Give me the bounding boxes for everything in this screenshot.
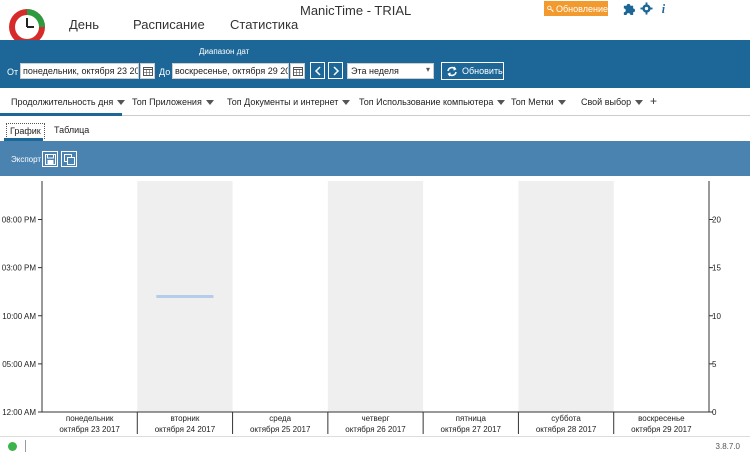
view-tab-chart[interactable]: График xyxy=(6,123,45,139)
chevron-down-icon xyxy=(497,100,506,106)
save-button[interactable] xyxy=(42,151,58,167)
export-bar: Экспорт xyxy=(0,141,750,176)
view-tab-table[interactable]: Таблица xyxy=(51,123,92,137)
duration-mark xyxy=(156,295,214,298)
save-icon xyxy=(44,153,56,165)
report-tab-top-applications[interactable]: Топ Приложения xyxy=(132,97,214,107)
report-tab-label: Топ Документы и интернет xyxy=(227,97,339,107)
report-tab-top-computer-usage[interactable]: Топ Использование компьютера xyxy=(359,97,506,107)
right-axis-tick-label: 20 xyxy=(712,216,721,225)
category-day-label: четверг xyxy=(362,414,390,423)
category-date-label: октября 29 2017 xyxy=(631,425,692,434)
day-column-shade xyxy=(518,181,614,412)
chevron-down-icon xyxy=(342,100,351,106)
nav-tab-statistics[interactable]: Статистика xyxy=(230,17,298,32)
right-axis-tick-label: 0 xyxy=(712,408,717,417)
left-axis-tick-label: 10:00 AM xyxy=(2,312,36,321)
puzzle-icon[interactable] xyxy=(622,2,635,15)
report-tab-label: Топ Метки xyxy=(511,97,554,107)
calendar-icon xyxy=(292,67,303,76)
chevron-down-icon xyxy=(205,100,214,106)
nav-tab-day[interactable]: День xyxy=(69,17,99,32)
chevron-left-icon xyxy=(314,65,321,76)
left-axis-tick-label: 05:00 AM xyxy=(2,360,36,369)
category-date-label: октября 27 2017 xyxy=(441,425,502,434)
add-report-button[interactable]: + xyxy=(650,94,657,108)
report-tab-label: Топ Приложения xyxy=(132,97,202,107)
right-axis-tick-label: 15 xyxy=(712,264,721,273)
app-title: ManicTime - TRIAL xyxy=(300,3,412,18)
to-calendar-button[interactable] xyxy=(290,63,305,79)
key-icon xyxy=(547,5,554,12)
nav-tab-timeline[interactable]: Расписание xyxy=(133,17,205,32)
category-date-label: октября 24 2017 xyxy=(155,425,216,434)
view-tabs: График Таблица xyxy=(0,117,750,141)
export-label: Экспорт xyxy=(11,155,42,164)
day-duration-chart: 12:00 AM 05:00 AM 10:00 AM 03:00 PM 08:00 PM… xyxy=(2,181,721,434)
report-tab-top-tags[interactable]: Топ Метки xyxy=(511,97,566,107)
category-day-label: воскресенье xyxy=(638,414,685,423)
active-tab-indicator xyxy=(0,113,122,116)
to-date-input[interactable]: воскресенье, октября 29 2017 xyxy=(172,63,289,79)
refresh-label: Обновить xyxy=(462,66,503,76)
report-tabs: Продолжительность дня Топ Приложения Топ… xyxy=(0,88,750,116)
chart-area: 12:00 AM 05:00 AM 10:00 AM 03:00 PM 08:00 PM… xyxy=(0,176,750,436)
status-bar: 3.8.7.0 xyxy=(0,436,750,455)
from-calendar-button[interactable] xyxy=(140,63,155,79)
report-tab-top-documents[interactable]: Топ Документы и интернет xyxy=(227,97,351,107)
report-tab-custom[interactable]: Свой выбор xyxy=(581,97,644,107)
to-label: До xyxy=(159,67,171,77)
status-indicator xyxy=(8,442,17,451)
version-label: 3.8.7.0 xyxy=(715,442,740,451)
chevron-down-icon xyxy=(117,100,126,106)
right-axis-tick-label: 5 xyxy=(712,360,717,369)
date-toolbar: Диапазон дат От понедельник, октября 23 … xyxy=(0,40,750,88)
category-day-label: среда xyxy=(269,414,291,423)
svg-text:i: i xyxy=(662,2,666,15)
category-date-label: октября 28 2017 xyxy=(536,425,597,434)
date-range-label: Диапазон дат xyxy=(199,47,250,56)
chevron-down-icon: ▾ xyxy=(425,65,430,74)
update-label: Обновление xyxy=(556,3,608,14)
category-date-label: октября 26 2017 xyxy=(345,425,406,434)
period-select[interactable]: Эта неделя ▾ xyxy=(347,63,434,79)
category-date-label: октября 25 2017 xyxy=(250,425,311,434)
status-divider xyxy=(25,440,26,452)
category-day-label: вторник xyxy=(170,414,199,423)
info-icon[interactable]: i xyxy=(658,2,671,15)
report-tab-day-duration[interactable]: Продолжительность дня xyxy=(11,97,126,107)
chevron-down-icon xyxy=(635,100,644,106)
calendar-icon xyxy=(142,67,153,76)
category-date-label: октября 23 2017 xyxy=(59,425,120,434)
update-button[interactable]: Обновление xyxy=(544,1,608,16)
left-axis-tick-label: 08:00 PM xyxy=(2,216,37,225)
from-date-input[interactable]: понедельник, октября 23 2017 xyxy=(20,63,139,79)
category-day-label: пятница xyxy=(456,414,487,423)
left-axis-tick-label: 03:00 PM xyxy=(2,264,37,273)
day-column-shade xyxy=(327,181,424,412)
chevron-down-icon xyxy=(557,100,566,106)
copy-button[interactable] xyxy=(61,151,77,167)
report-tab-label: Свой выбор xyxy=(581,97,632,107)
period-select-value: Эта неделя xyxy=(351,66,399,76)
right-axis-tick-label: 10 xyxy=(712,312,721,321)
copy-icon xyxy=(63,153,75,165)
chevron-right-icon xyxy=(332,65,339,76)
category-day-label: суббота xyxy=(551,414,581,423)
report-tab-label: Топ Использование компьютера xyxy=(359,97,494,107)
left-axis-tick-label: 12:00 AM xyxy=(2,408,36,417)
refresh-icon xyxy=(447,66,457,76)
title-bar: День Расписание Статистика ManicTime - T… xyxy=(0,0,750,45)
next-period-button[interactable] xyxy=(328,62,343,79)
previous-period-button[interactable] xyxy=(310,62,325,79)
from-label: От xyxy=(7,67,19,77)
refresh-button[interactable]: Обновить xyxy=(441,62,504,80)
report-tab-label: Продолжительность дня xyxy=(11,97,114,107)
category-day-label: понедельник xyxy=(66,414,114,423)
gear-icon[interactable] xyxy=(640,2,653,15)
